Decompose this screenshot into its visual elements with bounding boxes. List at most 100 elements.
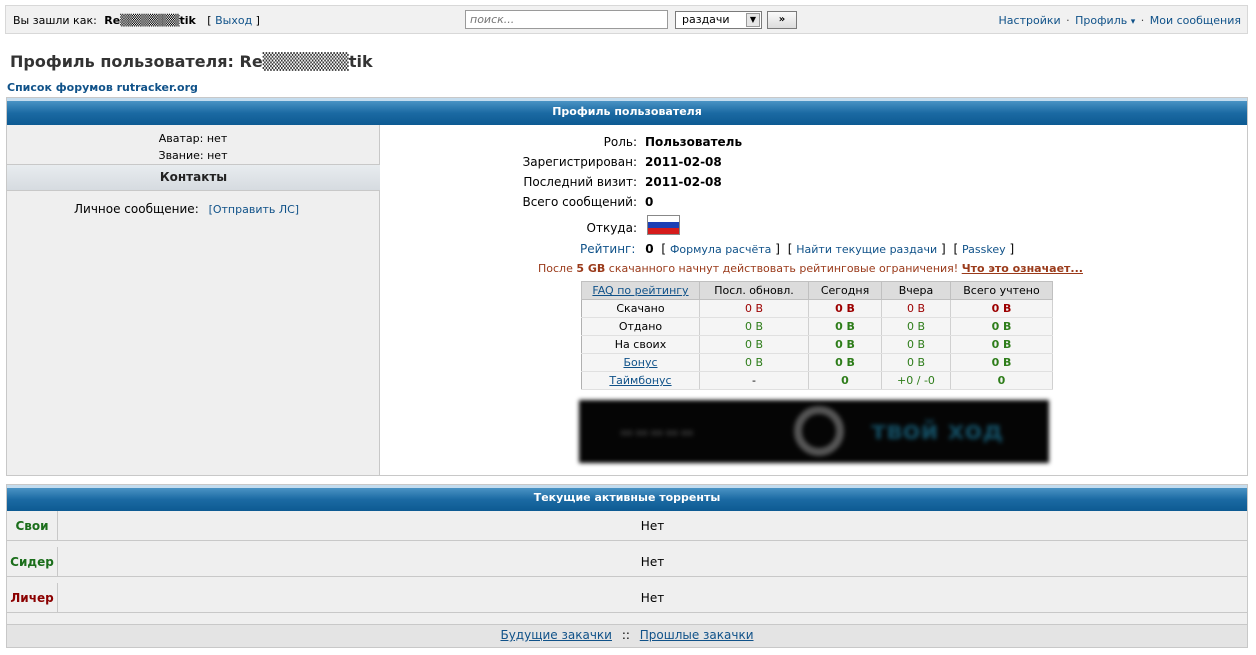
stats-cell: 0 [950, 371, 1053, 390]
role-label: Роль: [603, 135, 637, 149]
torrents-row-value: Нет [640, 591, 665, 605]
avatar-row: Аватар: нет [7, 132, 379, 145]
what-does-it-mean-link[interactable]: Что это означает... [962, 262, 1083, 275]
stats-row-label: На своих [581, 335, 700, 354]
stats-header-yesterday: Вчера [881, 281, 951, 300]
torrents-row-label: Личер [7, 583, 58, 613]
russia-flag-icon [647, 215, 680, 235]
avatar-label: Аватар: [158, 132, 204, 145]
registered-row: Зарегистрирован: 2011-02-08 [487, 155, 722, 169]
stats-cell: 0 B [808, 335, 882, 354]
forum-list-link[interactable]: Список форумов rutracker.org [7, 81, 198, 94]
stats-cell: 0 B [950, 299, 1053, 318]
posts-value: 0 [645, 195, 654, 209]
search-scope-value: раздачи [682, 13, 730, 26]
torrents-row-seeder: Сидер Нет [7, 547, 1247, 577]
stats-cell: 0 B [808, 353, 882, 372]
stats-header-row: FAQ по рейтингу Посл. обновл. Сегодня Вч… [581, 281, 1053, 300]
registered-label: Зарегистрирован: [522, 155, 637, 169]
registered-value: 2011-02-08 [645, 155, 722, 169]
logout-link[interactable]: Выход [215, 14, 252, 27]
stats-cell: 0 B [808, 299, 882, 318]
faq-rating-link[interactable]: FAQ по рейтингу [592, 284, 688, 297]
profile-header: Профиль пользователя [7, 98, 1247, 125]
rating-stats-table: FAQ по рейтингу Посл. обновл. Сегодня Вч… [581, 281, 1053, 390]
stats-row-label-cell: Бонус [581, 353, 700, 372]
stats-cell: 0 B [699, 317, 809, 336]
contacts-header: Контакты [7, 164, 380, 191]
stats-cell: 0 B [881, 335, 951, 354]
stats-row-uploaded: Отдано 0 B 0 B 0 B 0 B [581, 317, 1053, 336]
stats-cell: - [699, 371, 809, 390]
rating-warning: После 5 GB скачанного начнут действовать… [538, 262, 1083, 275]
search-button[interactable]: » [767, 11, 797, 29]
gear-icon [794, 406, 844, 456]
rating-formula-link[interactable]: Формула расчёта [670, 243, 771, 256]
banner-text: твой ход [871, 416, 1004, 446]
role-row: Роль: Пользователь [487, 135, 742, 149]
warning-after: скачанного начнут действовать рейтинговы… [608, 262, 959, 275]
last-visit-row: Последний визит: 2011-02-08 [487, 175, 722, 189]
passkey-link[interactable]: Passkey [962, 243, 1006, 256]
my-messages-link[interactable]: Мои сообщения [1150, 14, 1241, 27]
stats-header-last-update: Посл. обновл. [699, 281, 809, 300]
rank-label: Звание: [158, 149, 204, 162]
rank-value: нет [207, 149, 228, 162]
rating-value: 0 [645, 242, 654, 256]
last-visit-value: 2011-02-08 [645, 175, 722, 189]
username: Re▒▒▒▒▒▒▒tik [104, 14, 196, 27]
find-current-torrents-link[interactable]: Найти текущие раздачи [796, 243, 937, 256]
logged-in-label: Вы зашли как: [13, 14, 97, 27]
send-pm-link[interactable]: [Отправить ЛС] [209, 203, 300, 216]
role-value: Пользователь [645, 135, 743, 149]
stats-cell: 0 B [950, 317, 1053, 336]
last-visit-label: Последний визит: [523, 175, 637, 189]
timebonus-link[interactable]: Таймбонус [609, 374, 671, 387]
stats-row-label: Отдано [581, 317, 700, 336]
search-input[interactable] [465, 10, 668, 29]
torrents-row-label: Свои [7, 511, 58, 541]
ad-banner[interactable]: ▬▬▬▬▬ твой ход [579, 400, 1049, 463]
search-scope-select[interactable]: раздачи ▼ [675, 11, 762, 29]
chevron-down-icon: ▼ [746, 13, 760, 27]
stats-cell: 0 B [699, 335, 809, 354]
stats-header-faq[interactable]: FAQ по рейтингу [581, 281, 700, 300]
torrents-row-value: Нет [640, 519, 665, 533]
dropdown-icon[interactable]: ▾ [1131, 17, 1136, 27]
torrents-row-label: Сидер [7, 547, 58, 577]
stats-cell: 0 B [881, 317, 951, 336]
pm-label: Личное сообщение: [74, 202, 199, 216]
warning-amount: 5 GB [576, 262, 606, 275]
top-bar: Вы зашли как: Re▒▒▒▒▒▒▒tik [ Выход ] раз… [5, 5, 1248, 34]
future-downloads-link[interactable]: Будущие закачки [500, 628, 612, 642]
rank-row: Звание: нет [7, 149, 379, 162]
stats-row-label: Скачано [581, 299, 700, 318]
stats-cell: 0 B [881, 353, 951, 372]
stats-cell: +0 / -0 [881, 371, 951, 390]
login-info: Вы зашли как: Re▒▒▒▒▒▒▒tik [ Выход ] [13, 14, 260, 27]
rating-label-link[interactable]: Рейтинг: [580, 242, 635, 256]
stats-row-bonus: Бонус 0 B 0 B 0 B 0 B [581, 353, 1053, 372]
stats-header-total: Всего учтено [950, 281, 1053, 300]
stats-cell: 0 B [699, 299, 809, 318]
stats-cell: 0 B [699, 353, 809, 372]
rating-row: Рейтинг: 0 [ Формула расчёта ] [ Найти т… [580, 242, 1015, 256]
stats-cell: 0 B [950, 353, 1053, 372]
stats-cell: 0 [808, 371, 882, 390]
downloads-links-row: Будущие закачки :: Прошлые закачки [7, 624, 1247, 647]
banner-logo-icon: ▬▬▬▬▬ [619, 422, 695, 441]
profile-link[interactable]: Профиль [1075, 14, 1127, 27]
warning-before: После [538, 262, 573, 275]
avatar-value: нет [206, 132, 228, 145]
torrents-row-leecher: Личер Нет [7, 583, 1247, 613]
bonus-link[interactable]: Бонус [623, 356, 657, 369]
profile-left-column: Аватар: нет Звание: нет Контакты Личное … [7, 125, 380, 475]
torrents-row-value: Нет [640, 555, 665, 569]
active-torrents-header: Текущие активные торренты [7, 485, 1247, 511]
posts-row: Всего сообщений: 0 [487, 195, 653, 209]
posts-label: Всего сообщений: [522, 195, 637, 209]
past-downloads-link[interactable]: Прошлые закачки [640, 628, 754, 642]
settings-link[interactable]: Настройки [999, 14, 1061, 27]
stats-cell: 0 B [950, 335, 1053, 354]
stats-cell: 0 B [881, 299, 951, 318]
